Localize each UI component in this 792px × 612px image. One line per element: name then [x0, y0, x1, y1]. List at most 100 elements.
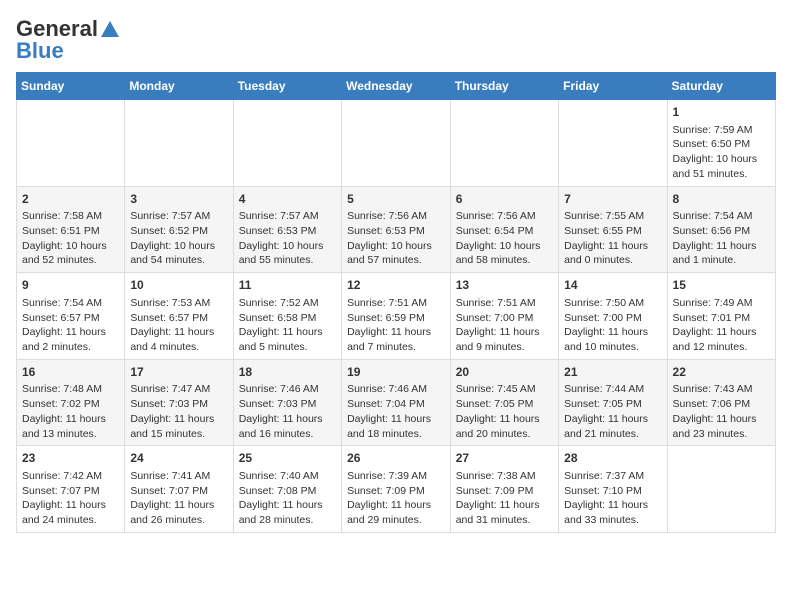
day-content: Sunrise: 7:58 AM Sunset: 6:51 PM Dayligh… [22, 209, 119, 268]
calendar-cell [125, 100, 233, 187]
day-content: Sunrise: 7:56 AM Sunset: 6:53 PM Dayligh… [347, 209, 445, 268]
day-number: 8 [673, 191, 770, 208]
calendar-week-row: 2Sunrise: 7:58 AM Sunset: 6:51 PM Daylig… [17, 186, 776, 273]
calendar-cell: 6Sunrise: 7:56 AM Sunset: 6:54 PM Daylig… [450, 186, 558, 273]
day-number: 23 [22, 450, 119, 467]
calendar-cell: 3Sunrise: 7:57 AM Sunset: 6:52 PM Daylig… [125, 186, 233, 273]
calendar-cell [667, 446, 775, 533]
calendar-cell: 23 Sunrise: 7:42 AM Sunset: 7:07 PM Dayli… [17, 446, 125, 533]
day-number: 12 [347, 277, 445, 294]
calendar-week-row: 16Sunrise: 7:48 AM Sunset: 7:02 PM Dayli… [17, 359, 776, 446]
day-number: 21 [564, 364, 661, 381]
calendar-table: SundayMondayTuesdayWednesdayThursdayFrid… [16, 72, 776, 533]
day-content: Sunrise: 7:39 AM Sunset: 7:09 PM Dayligh… [347, 469, 445, 528]
day-header-monday: Monday [125, 73, 233, 100]
day-content: Sunrise: 7:41 AM Sunset: 7:07 PM Dayligh… [130, 469, 227, 528]
calendar-cell: 20Sunrise: 7:45 AM Sunset: 7:05 PM Dayli… [450, 359, 558, 446]
day-number: 19 [347, 364, 445, 381]
calendar-cell: 22Sunrise: 7:43 AM Sunset: 7:06 PM Dayli… [667, 359, 775, 446]
calendar-cell: 15 Sunrise: 7:49 AM Sunset: 7:01 PM Dayli… [667, 273, 775, 360]
day-number: 10 [130, 277, 227, 294]
calendar-cell [17, 100, 125, 187]
calendar-cell: 21Sunrise: 7:44 AM Sunset: 7:05 PM Dayli… [559, 359, 667, 446]
calendar-cell [342, 100, 451, 187]
day-content: Sunrise: 7:57 AM Sunset: 6:53 PM Dayligh… [239, 209, 336, 268]
calendar-cell: 4Sunrise: 7:57 AM Sunset: 6:53 PM Daylig… [233, 186, 341, 273]
calendar-cell: 14Sunrise: 7:50 AM Sunset: 7:00 PM Dayli… [559, 273, 667, 360]
day-content: Sunrise: 7:40 AM Sunset: 7:08 PM Dayligh… [239, 469, 336, 528]
day-content: Sunrise: 7:51 AM Sunset: 7:00 PM Dayligh… [456, 296, 553, 355]
day-content: Sunrise: 7:47 AM Sunset: 7:03 PM Dayligh… [130, 382, 227, 441]
calendar-cell: 28 Sunrise: 7:37 AM Sunset: 7:10 PM Dayli… [559, 446, 667, 533]
day-content: Sunrise: 7:48 AM Sunset: 7:02 PM Dayligh… [22, 382, 119, 441]
day-content: Sunrise: 7:54 AM Sunset: 6:56 PM Dayligh… [673, 209, 770, 268]
day-number: 2 [22, 191, 119, 208]
day-header-sunday: Sunday [17, 73, 125, 100]
day-number: 4 [239, 191, 336, 208]
calendar-cell: 11 Sunrise: 7:52 AM Sunset: 6:58 PM Dayli… [233, 273, 341, 360]
calendar-cell [559, 100, 667, 187]
day-header-wednesday: Wednesday [342, 73, 451, 100]
page-header: General Blue [16, 16, 776, 64]
day-content: Sunrise: 7:42 AM Sunset: 7:07 PM Dayligh… [22, 469, 119, 528]
calendar-cell: 2Sunrise: 7:58 AM Sunset: 6:51 PM Daylig… [17, 186, 125, 273]
calendar-cell: 7Sunrise: 7:55 AM Sunset: 6:55 PM Daylig… [559, 186, 667, 273]
calendar-header-row: SundayMondayTuesdayWednesdayThursdayFrid… [17, 73, 776, 100]
day-content: Sunrise: 7:46 AM Sunset: 7:04 PM Dayligh… [347, 382, 445, 441]
day-content: Sunrise: 7:59 AM Sunset: 6:50 PM Dayligh… [673, 123, 770, 182]
calendar-cell: 27Sunrise: 7:38 AM Sunset: 7:09 PM Dayli… [450, 446, 558, 533]
calendar-cell: 25 Sunrise: 7:40 AM Sunset: 7:08 PM Dayli… [233, 446, 341, 533]
day-content: Sunrise: 7:55 AM Sunset: 6:55 PM Dayligh… [564, 209, 661, 268]
day-content: Sunrise: 7:51 AM Sunset: 6:59 PM Dayligh… [347, 296, 445, 355]
day-number: 1 [673, 104, 770, 121]
day-number: 22 [673, 364, 770, 381]
logo-triangle-icon [100, 19, 120, 39]
calendar-cell: 19Sunrise: 7:46 AM Sunset: 7:04 PM Dayli… [342, 359, 451, 446]
day-content: Sunrise: 7:56 AM Sunset: 6:54 PM Dayligh… [456, 209, 553, 268]
calendar-week-row: 9Sunrise: 7:54 AM Sunset: 6:57 PM Daylig… [17, 273, 776, 360]
calendar-cell: 10 Sunrise: 7:53 AM Sunset: 6:57 PM Dayli… [125, 273, 233, 360]
day-number: 26 [347, 450, 445, 467]
calendar-cell: 16Sunrise: 7:48 AM Sunset: 7:02 PM Dayli… [17, 359, 125, 446]
day-number: 5 [347, 191, 445, 208]
calendar-cell: 5Sunrise: 7:56 AM Sunset: 6:53 PM Daylig… [342, 186, 451, 273]
calendar-cell: 24 Sunrise: 7:41 AM Sunset: 7:07 PM Dayli… [125, 446, 233, 533]
day-number: 15 [673, 277, 770, 294]
day-header-tuesday: Tuesday [233, 73, 341, 100]
day-header-saturday: Saturday [667, 73, 775, 100]
calendar-week-row: 23 Sunrise: 7:42 AM Sunset: 7:07 PM Dayli… [17, 446, 776, 533]
day-content: Sunrise: 7:49 AM Sunset: 7:01 PM Dayligh… [673, 296, 770, 355]
day-number: 6 [456, 191, 553, 208]
day-header-friday: Friday [559, 73, 667, 100]
day-number: 18 [239, 364, 336, 381]
calendar-cell: 8Sunrise: 7:54 AM Sunset: 6:56 PM Daylig… [667, 186, 775, 273]
day-content: Sunrise: 7:43 AM Sunset: 7:06 PM Dayligh… [673, 382, 770, 441]
calendar-cell: 1 Sunrise: 7:59 AM Sunset: 6:50 PM Daylig… [667, 100, 775, 187]
day-number: 20 [456, 364, 553, 381]
day-content: Sunrise: 7:57 AM Sunset: 6:52 PM Dayligh… [130, 209, 227, 268]
day-number: 27 [456, 450, 553, 467]
day-number: 24 [130, 450, 227, 467]
day-number: 28 [564, 450, 661, 467]
calendar-cell: 18Sunrise: 7:46 AM Sunset: 7:03 PM Dayli… [233, 359, 341, 446]
day-content: Sunrise: 7:37 AM Sunset: 7:10 PM Dayligh… [564, 469, 661, 528]
day-number: 13 [456, 277, 553, 294]
day-number: 11 [239, 277, 336, 294]
calendar-cell [233, 100, 341, 187]
day-content: Sunrise: 7:52 AM Sunset: 6:58 PM Dayligh… [239, 296, 336, 355]
logo: General Blue [16, 16, 120, 64]
day-number: 16 [22, 364, 119, 381]
day-header-thursday: Thursday [450, 73, 558, 100]
day-content: Sunrise: 7:50 AM Sunset: 7:00 PM Dayligh… [564, 296, 661, 355]
day-number: 25 [239, 450, 336, 467]
day-content: Sunrise: 7:44 AM Sunset: 7:05 PM Dayligh… [564, 382, 661, 441]
day-number: 7 [564, 191, 661, 208]
day-number: 17 [130, 364, 227, 381]
day-content: Sunrise: 7:45 AM Sunset: 7:05 PM Dayligh… [456, 382, 553, 441]
calendar-cell: 17Sunrise: 7:47 AM Sunset: 7:03 PM Dayli… [125, 359, 233, 446]
day-number: 3 [130, 191, 227, 208]
day-content: Sunrise: 7:53 AM Sunset: 6:57 PM Dayligh… [130, 296, 227, 355]
calendar-cell: 13 Sunrise: 7:51 AM Sunset: 7:00 PM Dayli… [450, 273, 558, 360]
calendar-cell [450, 100, 558, 187]
logo-blue-text: Blue [16, 38, 64, 64]
